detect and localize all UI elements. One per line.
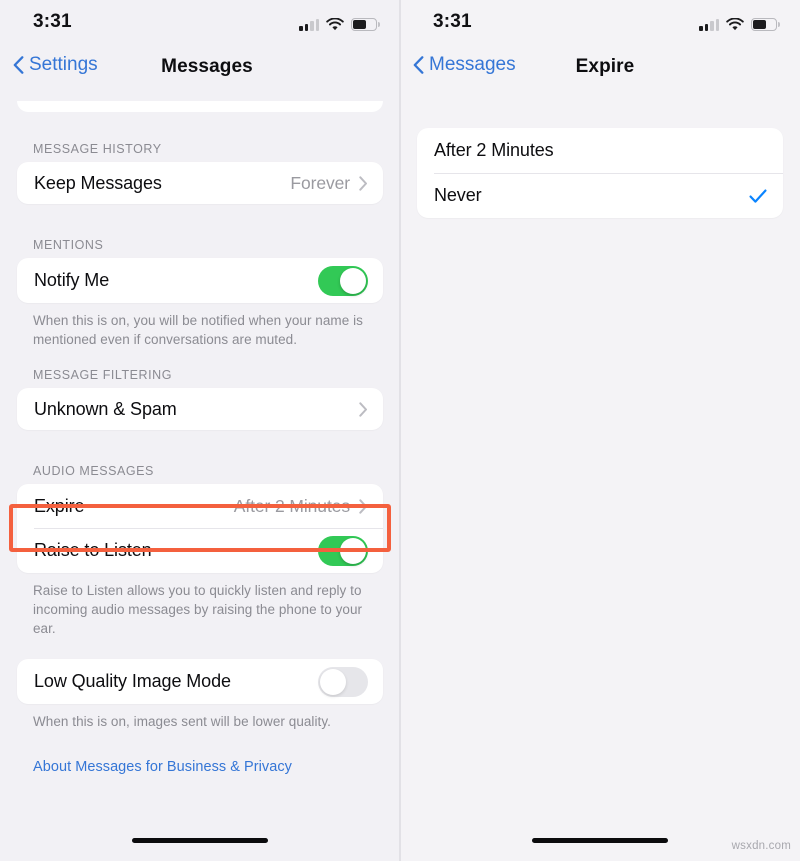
footnote-audio-messages: Raise to Listen allows you to quickly li… [33,583,363,636]
checkmark-icon [748,186,768,206]
row-keep-messages[interactable]: Keep Messages Forever [17,162,383,204]
row-label: Notify Me [34,270,110,290]
panel-divider [399,0,401,861]
left-phone-screen: 3:31 Settings Messages MESSAGE HISTORY K… [0,0,400,861]
card-message-history: Keep Messages Forever [17,162,383,204]
status-bar-icons [299,14,381,31]
row-label: Expire [34,495,85,516]
footnote-mentions: When this is on, you will be notified wh… [33,313,363,347]
status-bar-clock: 3:31 [33,11,72,32]
option-label: After 2 Minutes [434,140,554,160]
nav-bar-left: Settings Messages [0,46,400,94]
row-label: Unknown & Spam [34,398,177,419]
right-phone-screen: 3:31 Messages Expire After 2 Minutes Nev… [400,0,800,861]
card-expire-options: After 2 Minutes Never [417,128,783,218]
option-label: Never [434,185,482,205]
section-header-mentions: MENTIONS [33,238,104,252]
row-raise-to-listen[interactable]: Raise to Listen [17,528,383,573]
battery-icon [351,18,381,31]
card-low-quality-image-mode: Low Quality Image Mode [17,659,383,705]
cellular-signal-icon [699,18,719,31]
option-never[interactable]: Never [417,173,783,218]
status-bar-left: 3:31 [0,0,400,46]
link-about-messages-for-business-and-privacy[interactable]: About Messages for Business & Privacy [0,759,400,775]
chevron-right-icon [359,499,368,514]
card-audio-messages: Expire After 2 Minutes Raise to Listen [17,484,383,574]
row-value: Forever [290,172,350,193]
status-bar-icons [699,14,781,31]
page-title-left: Messages [161,56,253,77]
toggle-low-quality-image-mode[interactable] [318,666,368,697]
card-mentions: Notify Me [17,258,383,303]
row-label: Low Quality Image Mode [34,671,231,692]
chevron-right-icon [359,402,368,417]
row-unknown-and-spam[interactable]: Unknown & Spam [17,388,383,430]
toggle-raise-to-listen[interactable] [318,535,368,566]
footnote-low-quality-image-mode: When this is on, images sent will be low… [33,714,331,730]
section-header-message-history: MESSAGE HISTORY [33,142,162,156]
wifi-icon [726,17,744,31]
toggle-notify-me[interactable] [318,265,368,296]
nav-bar-right: Messages Expire [400,46,800,94]
row-notify-me[interactable]: Notify Me [17,258,383,303]
section-header-audio-messages: AUDIO MESSAGES [33,464,154,479]
option-after-2-minutes[interactable]: After 2 Minutes [417,128,783,173]
partial-card-above [17,101,383,112]
settings-scroll-left[interactable]: MESSAGE HISTORY Keep Messages Forever ME… [0,94,400,775]
card-message-filtering: Unknown & Spam [17,388,383,431]
home-indicator-right [532,837,668,843]
dual-screenshot-stage: 3:31 Settings Messages MESSAGE HISTORY K… [0,0,800,861]
page-title-right: Expire [575,56,635,77]
row-expire[interactable]: Expire After 2 Minutes [17,484,383,528]
cellular-signal-icon [299,18,319,31]
options-scroll-right[interactable]: After 2 Minutes Never [400,94,800,218]
section-header-message-filtering: MESSAGE FILTERING [33,368,173,383]
watermark: wsxdn.com [731,840,791,852]
chevron-right-icon [359,175,368,191]
row-value: After 2 Minutes [233,495,350,516]
status-bar-clock: 3:31 [433,11,472,32]
row-label: Raise to Listen [34,540,152,561]
status-bar-right: 3:31 [400,0,800,46]
row-low-quality-image-mode[interactable]: Low Quality Image Mode [17,659,383,704]
battery-icon [751,18,781,31]
home-indicator-left [132,837,268,843]
row-label: Keep Messages [34,172,162,193]
wifi-icon [326,17,344,31]
